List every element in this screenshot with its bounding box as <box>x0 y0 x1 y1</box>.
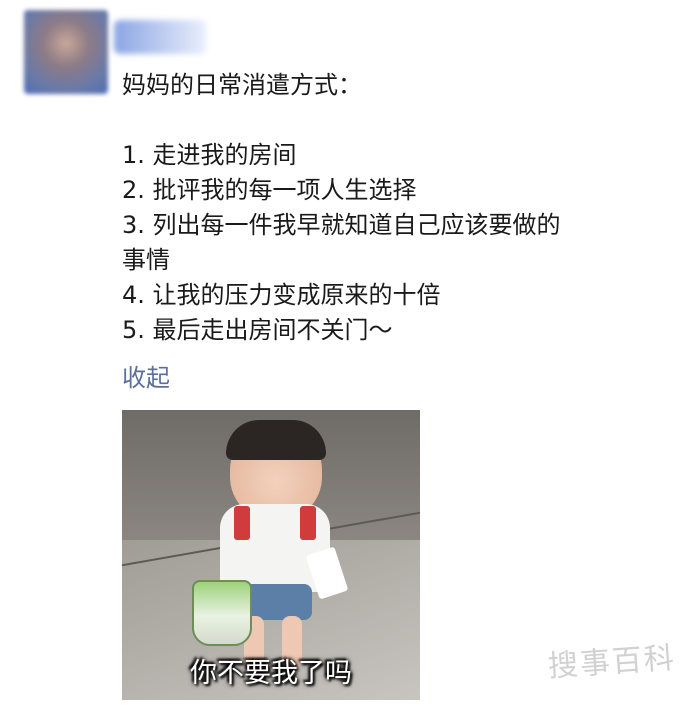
username-blurred[interactable] <box>114 20 206 54</box>
collapse-link[interactable]: 收起 <box>122 362 170 394</box>
post-item-3: 3. 列出每一件我早就知道自己应该要做的 <box>122 211 561 239</box>
meme-caption: 你不要我了吗 <box>190 658 352 689</box>
post-item-4: 4. 让我的压力变成原来的十倍 <box>122 281 441 309</box>
avatar-blurred[interactable] <box>24 10 108 94</box>
post-item-1: 1. 走进我的房间 <box>122 141 297 169</box>
toy-bucket <box>192 580 252 646</box>
child-hair <box>226 420 326 460</box>
meme-image[interactable]: 你不要我了吗 <box>122 410 420 700</box>
post-heading: 妈妈的日常消遣方式： <box>122 71 362 99</box>
post-spacer <box>122 103 662 138</box>
post-item-2: 2. 批评我的每一项人生选择 <box>122 176 417 204</box>
post-text: 妈妈的日常消遣方式： 1. 走进我的房间 2. 批评我的每一项人生选择 3. 列… <box>122 68 662 348</box>
post-item-3-cont: 事情 <box>122 246 170 274</box>
watermark-logo: 搜事百科 <box>546 640 678 685</box>
post-item-5: 5. 最后走出房间不关门～ <box>122 316 393 344</box>
backpack-strap-right <box>300 506 316 540</box>
backpack-strap-left <box>234 506 250 540</box>
